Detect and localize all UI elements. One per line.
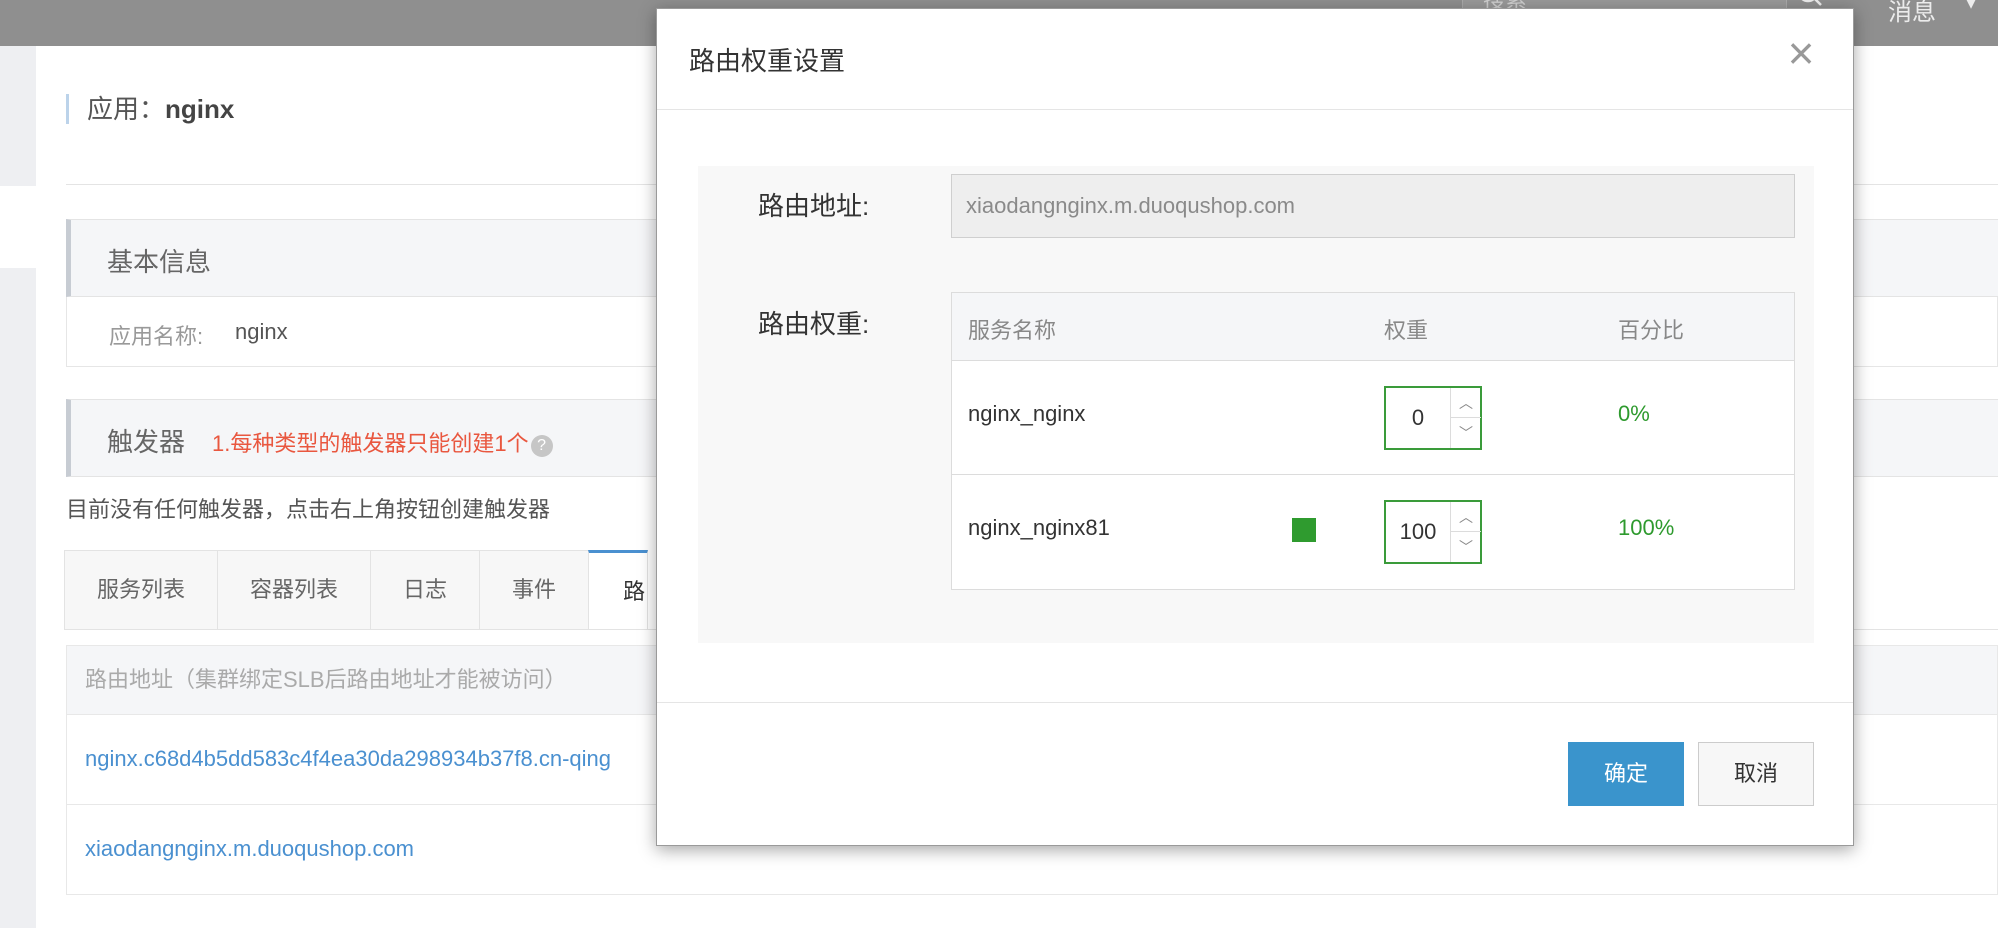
help-icon[interactable]: ?: [530, 435, 553, 457]
service-name: nginx_nginx81: [968, 515, 1110, 540]
route-address-label: 路由地址:: [758, 191, 870, 221]
weight-table-header: 服务名称 权重 百分比: [952, 293, 1794, 361]
tab-routes[interactable]: 路: [588, 550, 649, 630]
messages-link[interactable]: 消息: [1888, 0, 1936, 27]
weight-value[interactable]: 0: [1386, 388, 1450, 448]
column-header-weight: 权重: [1384, 318, 1429, 343]
stepper-arrows: ︿ ﹀: [1450, 388, 1481, 448]
page-title-prefix: 应用：: [87, 94, 166, 124]
left-sidebar-strip-lower: [0, 268, 36, 928]
dialog-title: 路由权重设置: [689, 46, 846, 76]
column-header-percent: 百分比: [1618, 318, 1685, 343]
stepper-arrows: ︿ ﹀: [1450, 502, 1481, 562]
dialog-header: 路由权重设置 ×: [657, 9, 1853, 110]
route-weight-label: 路由权重:: [758, 309, 870, 339]
tab-container-list[interactable]: 容器列表: [217, 550, 371, 630]
percent-value: 0%: [1618, 401, 1650, 426]
page-title-app-name: nginx: [165, 94, 235, 124]
trigger-warning: 1.每种类型的触发器只能创建1个?: [212, 426, 553, 458]
weight-value[interactable]: 100: [1386, 502, 1450, 562]
section-title: 基本信息: [107, 247, 212, 277]
tab-service-list[interactable]: 服务列表: [64, 550, 218, 630]
percent-value: 100%: [1618, 515, 1675, 540]
app-name-value: nginx: [235, 319, 288, 344]
service-name: nginx_nginx: [968, 401, 1086, 426]
chevron-up-icon[interactable]: ︿: [1451, 388, 1481, 418]
weight-stepper[interactable]: 100 ︿ ﹀: [1384, 500, 1482, 564]
table-row: nginx_nginx 0 ︿ ﹀ 0%: [952, 361, 1794, 475]
left-sidebar-strip: [0, 46, 36, 186]
app-name-label: 应用名称:: [109, 324, 204, 349]
dialog-footer-divider: [657, 702, 1853, 703]
tab-logs[interactable]: 日志: [370, 550, 480, 630]
weight-table: 服务名称 权重 百分比 nginx_nginx 0 ︿ ﹀ 0% nginx_n…: [951, 292, 1795, 590]
tab-events[interactable]: 事件: [479, 550, 589, 630]
route-address-field[interactable]: [951, 174, 1795, 238]
chevron-down-icon[interactable]: ▾: [1966, 0, 1976, 15]
cancel-button[interactable]: 取消: [1698, 742, 1814, 806]
tab-bar: 服务列表 容器列表 日志 事件 路: [64, 550, 649, 630]
weight-stepper[interactable]: 0 ︿ ﹀: [1384, 386, 1482, 450]
empty-trigger-message: 目前没有任何触发器，点击右上角按钮创建触发器: [66, 497, 551, 522]
trigger-warning-text: 1.每种类型的触发器只能创建1个: [212, 431, 529, 456]
close-icon[interactable]: ×: [1781, 30, 1821, 76]
color-marker-icon: [1292, 518, 1316, 542]
chevron-down-icon[interactable]: ﹀: [1451, 532, 1481, 562]
column-header-service: 服务名称: [968, 318, 1057, 343]
dialog-body: 路由地址: 路由权重: 服务名称 权重 百分比 nginx_nginx 0 ︿ …: [698, 166, 1814, 643]
chevron-up-icon[interactable]: ︿: [1451, 502, 1481, 532]
chevron-down-icon[interactable]: ﹀: [1451, 418, 1481, 448]
section-title: 触发器: [107, 427, 186, 457]
confirm-button[interactable]: 确定: [1568, 742, 1684, 806]
table-row: nginx_nginx81 100 ︿ ﹀ 100%: [952, 475, 1794, 589]
route-weight-dialog: 路由权重设置 × 路由地址: 路由权重: 服务名称 权重 百分比 nginx_n…: [656, 8, 1854, 846]
page-title: 应用：nginx: [66, 94, 234, 124]
